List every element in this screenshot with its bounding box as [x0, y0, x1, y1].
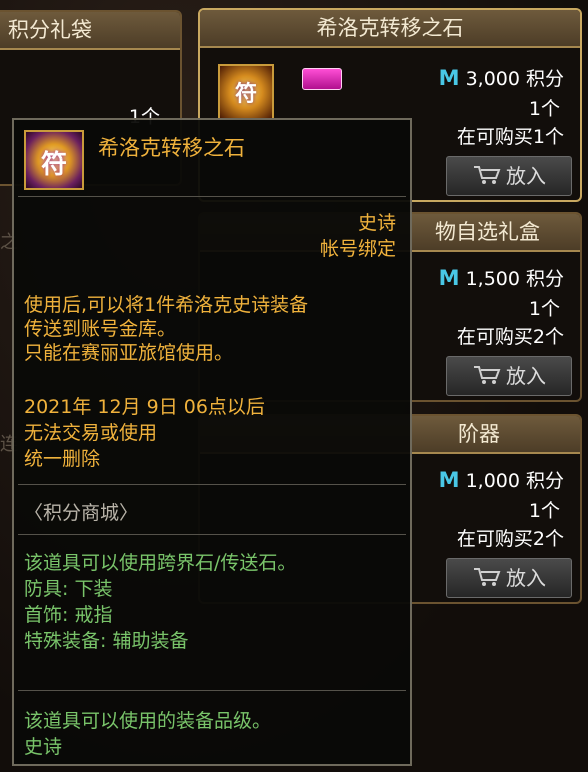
hilok-stone-icon: 符 — [218, 64, 274, 120]
expire-line: 无法交易或使用 — [24, 422, 158, 444]
qty-label: 1个 — [528, 298, 560, 320]
purchase-limit-label: 在可购买2个 — [456, 528, 564, 550]
grade-note-line: 该道具可以使用的装备品级。 — [24, 710, 272, 732]
bind-type: 帐号绑定 — [319, 238, 396, 260]
cart-icon — [472, 561, 502, 599]
currency-m-icon: M — [438, 266, 460, 290]
desc-line: 使用后,可以将1件希洛克史诗装备 — [24, 294, 309, 316]
usable-line: 该道具可以使用跨界石/传送石。 — [24, 552, 297, 574]
put-in-cart-button[interactable]: 放入 — [446, 156, 572, 196]
put-in-cart-button[interactable]: 放入 — [446, 356, 572, 396]
price-label: M 3,000 积分 — [438, 66, 564, 90]
cart-icon — [472, 359, 502, 397]
qty-label: 1个 — [528, 98, 560, 120]
grade-note-line: 史诗 — [24, 736, 63, 758]
epic-badge-icon — [302, 68, 342, 90]
desc-line: 传送到账号金库。 — [24, 318, 177, 340]
tooltip-title: 希洛克转移之石 — [98, 136, 245, 160]
expire-line: 统一删除 — [24, 448, 101, 470]
desc-line: 只能在赛丽亚旅馆使用。 — [24, 342, 234, 364]
divider — [18, 196, 406, 197]
shop-card-left-title: 积分礼袋 — [0, 12, 180, 50]
usable-line: 特殊装备: 辅助装备 — [24, 630, 189, 652]
currency-m-icon: M — [438, 468, 460, 492]
hilok-stone-icon: 符 — [24, 130, 84, 190]
divider — [18, 484, 406, 485]
price-label: M 1,500 积分 — [438, 266, 564, 290]
shop-card-title: 希洛克转移之石 — [200, 10, 580, 48]
put-in-cart-button[interactable]: 放入 — [446, 558, 572, 598]
purchase-limit-label: 在可购买1个 — [456, 126, 564, 148]
usable-line: 防具: 下装 — [24, 578, 113, 600]
purchase-limit-label: 在可购买2个 — [456, 326, 564, 348]
source-label: 〈积分商城〉 — [24, 502, 139, 524]
divider — [18, 690, 406, 691]
item-grade: 史诗 — [357, 212, 396, 234]
usable-line: 首饰: 戒指 — [24, 604, 113, 626]
qty-label: 1个 — [528, 500, 560, 522]
cart-icon — [472, 159, 502, 197]
item-tooltip: 符 希洛克转移之石 史诗 帐号绑定 使用后,可以将1件希洛克史诗装备 传送到账号… — [12, 118, 412, 766]
currency-m-icon: M — [438, 66, 460, 90]
divider — [18, 534, 406, 535]
price-label: M 1,000 积分 — [438, 468, 564, 492]
expire-line: 2021年 12月 9日 06点以后 — [24, 396, 265, 418]
